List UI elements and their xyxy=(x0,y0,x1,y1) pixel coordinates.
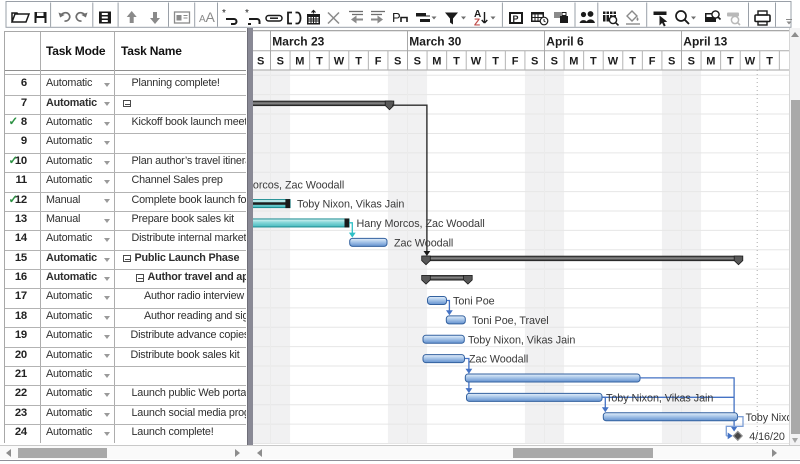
svg-text:S: S xyxy=(550,56,557,68)
svg-text:Toni Poe: Toni Poe xyxy=(453,296,495,308)
svg-text:P: P xyxy=(392,10,401,25)
svg-text:Toby Nixon, Vikas Jain: Toby Nixon, Vikas Jain xyxy=(297,199,404,211)
svg-text:Toni Poe, Travel: Toni Poe, Travel xyxy=(472,315,549,327)
svg-text:4/16/20: 4/16/20 xyxy=(749,431,785,443)
svg-text:T: T xyxy=(590,56,597,68)
svg-text:*: * xyxy=(222,8,226,19)
svg-text:S: S xyxy=(276,56,283,68)
svg-text:T: T xyxy=(766,56,773,68)
svg-text:S: S xyxy=(531,56,538,68)
svg-text:M: M xyxy=(295,56,304,68)
svg-text:Zac Woodall: Zac Woodall xyxy=(469,354,528,366)
svg-text:F: F xyxy=(511,56,518,68)
svg-text:Z: Z xyxy=(474,18,480,29)
svg-text:T: T xyxy=(316,56,323,68)
svg-text:S: S xyxy=(687,56,694,68)
svg-text:T: T xyxy=(492,56,499,68)
svg-text:Hany Morcos, Zac Woodall: Hany Morcos, Zac Woodall xyxy=(356,218,484,230)
svg-text:T: T xyxy=(453,56,460,68)
svg-text:March 30: March 30 xyxy=(409,35,461,49)
svg-text:M: M xyxy=(706,56,715,68)
svg-text:M: M xyxy=(569,56,578,68)
svg-text:P: P xyxy=(513,14,519,24)
svg-text:F: F xyxy=(648,56,655,68)
svg-text:March 23: March 23 xyxy=(272,35,324,49)
svg-text:T: T xyxy=(727,56,734,68)
svg-text:T: T xyxy=(629,56,636,68)
svg-text:Toby Nixon, Vikas Jain: Toby Nixon, Vikas Jain xyxy=(745,412,789,424)
svg-text:S: S xyxy=(394,56,401,68)
svg-text:M: M xyxy=(432,56,441,68)
svg-text:April 13: April 13 xyxy=(683,35,727,49)
svg-text:Toby Nixon, Vikas Jain: Toby Nixon, Vikas Jain xyxy=(468,334,575,346)
svg-text:*: * xyxy=(245,8,249,19)
svg-text:S: S xyxy=(257,56,264,68)
svg-text:W: W xyxy=(333,56,344,68)
svg-text:Hany Morcos, Zac Woodall: Hany Morcos, Zac Woodall xyxy=(253,179,344,191)
svg-text:A: A xyxy=(206,9,216,25)
svg-text:Zac Woodall: Zac Woodall xyxy=(394,237,453,249)
svg-text:April 6: April 6 xyxy=(546,35,584,49)
svg-text:S: S xyxy=(668,56,675,68)
svg-text:W: W xyxy=(470,56,481,68)
svg-text:F: F xyxy=(374,56,381,68)
svg-text:W: W xyxy=(744,56,755,68)
svg-text:W: W xyxy=(607,56,618,68)
svg-text:Toby Nixon, Vikas Jain: Toby Nixon, Vikas Jain xyxy=(606,392,713,404)
svg-text:T: T xyxy=(355,56,362,68)
svg-text:S: S xyxy=(413,56,420,68)
